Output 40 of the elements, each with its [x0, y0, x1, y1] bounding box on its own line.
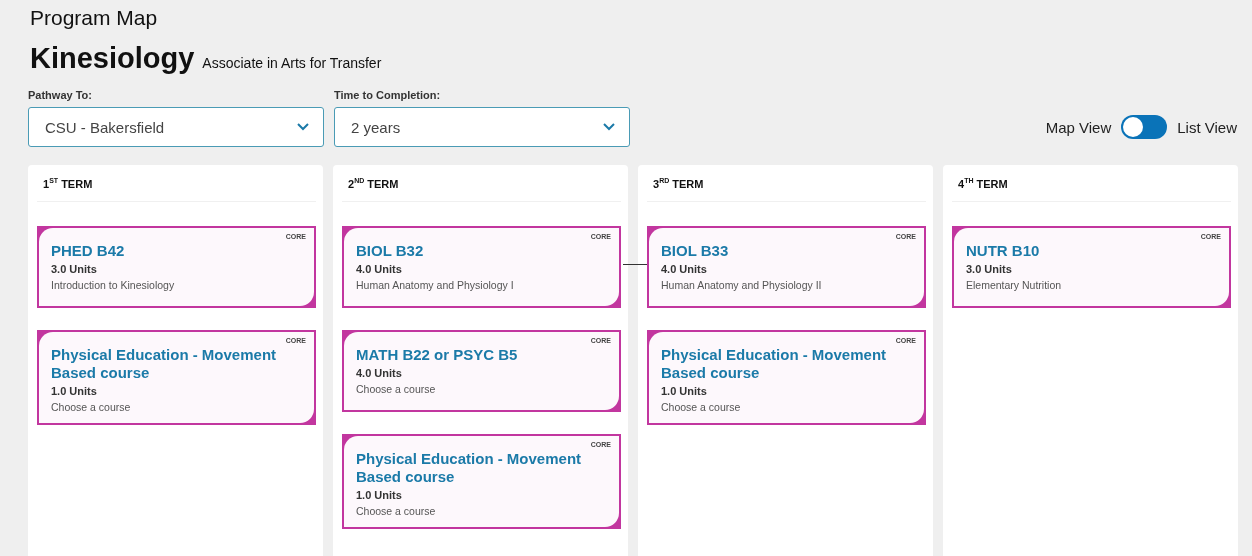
map-view-label: Map View [1045, 118, 1112, 136]
page-title: Program Map [30, 5, 159, 31]
chevron-down-icon [297, 123, 309, 131]
course-units: 3.0 Units [51, 263, 98, 275]
course-units: 1.0 Units [51, 385, 98, 397]
term-title: 4$^{TH}$ TERM [952, 165, 1231, 202]
course-description: Choose a course [661, 401, 742, 415]
course-units: 4.0 Units [356, 263, 403, 275]
course-description: Elementary Nutrition [966, 279, 1063, 293]
program-name: Kinesiology [30, 42, 195, 75]
filter-label: Time to Completion: [334, 89, 442, 101]
degree-label: Associate in Arts for Transfer [202, 55, 382, 71]
course-units: 1.0 Units [356, 489, 403, 501]
term-title: 3$^{RD}$ TERM [647, 165, 926, 202]
chevron-down-icon [603, 123, 615, 131]
course-units: 3.0 Units [966, 263, 1013, 275]
filter-label: Pathway To: [28, 89, 93, 101]
course-title: BIOL B32 [356, 242, 425, 260]
course-description: Human Anatomy and Physiology II [661, 279, 823, 293]
term-title: 2$^{ND}$ TERM [342, 165, 621, 202]
course-description: Introduction to Kinesiology [51, 279, 176, 293]
term-title: 1$^{ST}$ TERM [37, 165, 316, 202]
course-description: Choose a course [356, 383, 437, 397]
course-units: 4.0 Units [356, 367, 403, 379]
dropdown-select[interactable]: CSU - Bakersfield [28, 107, 324, 147]
course-description: Human Anatomy and Physiology I [356, 279, 515, 293]
view-toggle[interactable] [1121, 115, 1168, 139]
course-title: PHED B42 [51, 242, 126, 260]
course-title: NUTR B10 [966, 242, 1041, 260]
course-units: 4.0 Units [661, 263, 708, 275]
course-title: Physical Education - Movement Based course [51, 346, 278, 382]
course-description: Choose a course [356, 505, 437, 519]
course-title: Physical Education - Movement Based course [356, 450, 583, 486]
course-title: BIOL B33 [661, 242, 730, 260]
course-title: Physical Education - Movement Based course [661, 346, 888, 382]
list-view-label: List View [1177, 118, 1237, 136]
course-description: Choose a course [51, 401, 132, 415]
course-units: 1.0 Units [661, 385, 708, 397]
course-title: MATH B22 or PSYC B5 [356, 346, 519, 364]
dropdown-select[interactable]: 2 years [334, 107, 630, 147]
